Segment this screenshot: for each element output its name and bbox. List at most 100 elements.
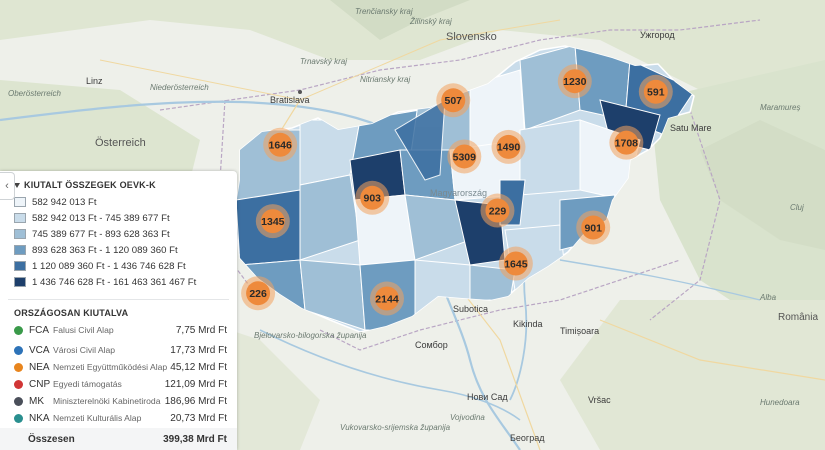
fund-dot-icon (14, 345, 23, 355)
cluster-count: 1646 (269, 140, 293, 152)
cluster-marker-591[interactable]: 591 (638, 74, 673, 109)
cluster-marker-1645[interactable]: 1645 (498, 246, 533, 281)
fund-name: Egyedi támogatás (53, 379, 122, 389)
fund-amount: 17,73 Mrd Ft (170, 344, 227, 356)
legend-divider (8, 299, 229, 300)
fund-amount: 45,12 Mrd Ft (170, 361, 227, 373)
cluster-count: 226 (249, 288, 267, 300)
legend-title: KIUTALT ÖSSZEGEK OEVK-K (24, 180, 156, 190)
fund-row-nea: NEA Nemzeti Együttműködési Alap 45,12 Mr… (14, 360, 227, 374)
fund-name: Városi Civil Alap (53, 345, 116, 355)
cluster-count: 1645 (504, 258, 528, 270)
region-label-cluj: Cluj (790, 203, 804, 212)
cluster-marker-226[interactable]: 226 (241, 276, 276, 311)
country-label-osterreich: Österreich (95, 137, 146, 149)
fund-code: CNP (29, 378, 51, 390)
cluster-marker-1490[interactable]: 1490 (491, 129, 526, 164)
city-label-kikinda: Kikinda (513, 319, 543, 329)
cluster-count: 5309 (453, 151, 477, 163)
swatch-icon (14, 213, 26, 223)
cluster-count: 903 (363, 193, 381, 205)
fund-code: NEA (29, 361, 50, 373)
total-row: Összesen 399,38 Mrd Ft (0, 428, 237, 450)
region-label-vukovarsko: Vukovarsko-srijemska županija (340, 423, 451, 432)
city-label-novi-sad: Нови Сад (467, 392, 508, 402)
cluster-marker-901[interactable]: 901 (576, 210, 611, 245)
city-label-vrsac: Vršac (588, 395, 611, 405)
cluster-count: 1708 (615, 137, 639, 149)
fund-row-vca: VCA Városi Civil Alap 17,73 Mrd Ft (14, 343, 227, 357)
country-label-romania: România (778, 312, 818, 323)
legend-collapse-button[interactable]: ‹ (0, 172, 15, 200)
cluster-count: 901 (584, 222, 602, 234)
fund-dot-icon (14, 413, 23, 423)
fund-code: FCA (29, 324, 49, 336)
cluster-count: 229 (489, 205, 507, 217)
fund-row-mk: MK Miniszterelnöki Kabinetiroda 186,96 M… (14, 394, 227, 408)
cluster-count: 2144 (375, 293, 399, 305)
fund-name: Nemzeti Együttműködési Alap (53, 362, 168, 372)
city-label-subotica: Subotica (453, 304, 488, 314)
cluster-marker-903[interactable]: 903 (355, 180, 390, 215)
swatch-icon (14, 229, 26, 239)
fund-dot-icon (14, 362, 23, 372)
legend-bin-5: 1 120 089 360 Ft - 1 436 746 628 Ft (14, 259, 186, 273)
total-label: Összesen (28, 433, 75, 445)
map-view[interactable]: Slovensko Österreich România Magyarorszá… (0, 0, 825, 450)
fund-dot-icon (14, 379, 23, 389)
legend-bin-3: 745 389 677 Ft - 893 628 363 Ft (14, 227, 170, 241)
chevron-left-icon: ‹ (5, 180, 9, 192)
cluster-count: 1345 (261, 216, 285, 228)
legend-header[interactable]: KIUTALT ÖSSZEGEK OEVK-K (14, 180, 156, 190)
legend-bin-label: 582 942 013 Ft - 745 389 677 Ft (32, 212, 170, 224)
fund-row-fca: FCA Falusi Civil Alap 7,75 Mrd Ft (14, 323, 227, 337)
region-label-oberosterreich: Oberösterreich (8, 89, 61, 98)
cluster-marker-1708[interactable]: 1708 (609, 125, 644, 160)
country-label-slovensko: Slovensko (446, 31, 497, 43)
region-label-trnavsky: Trnavský kraj (300, 57, 347, 66)
legend-bin-6: 1 436 746 628 Ft - 161 463 361 467 Ft (14, 275, 196, 289)
region-label-alba: Alba (759, 293, 777, 302)
city-label-linz: Linz (86, 76, 103, 86)
cluster-marker-229[interactable]: 229 (480, 193, 515, 228)
fund-name: Miniszterelnöki Kabinetiroda (53, 396, 161, 406)
cluster-count: 507 (445, 95, 463, 107)
region-label-vojvodina: Vojvodina (450, 413, 485, 422)
swatch-icon (14, 245, 26, 255)
legend-bin-label: 1 436 746 628 Ft - 161 463 361 467 Ft (32, 276, 197, 288)
cluster-marker-1345[interactable]: 1345 (255, 204, 290, 239)
cluster-count: 591 (647, 87, 665, 99)
region-label-hungary: Magyarország (430, 188, 487, 198)
region-label-trenciansky: Trenčiansky kraj (355, 7, 413, 16)
fund-dot-icon (14, 396, 23, 406)
legend-bin-label: 745 389 677 Ft - 893 628 363 Ft (32, 228, 170, 240)
city-label-timisoara: Timișoara (560, 326, 599, 336)
cluster-marker-507[interactable]: 507 (436, 83, 471, 118)
fund-dot-icon (14, 325, 23, 335)
legend-panel: KIUTALT ÖSSZEGEK OEVK-K 582 942 013 Ft 5… (0, 171, 237, 450)
region-label-nitriansky: Nitriansky kraj (360, 75, 410, 84)
city-label-uzhhorod: Ужгород (640, 30, 675, 40)
funds-title: ORSZÁGOSAN KIUTALVA (14, 308, 129, 318)
fund-amount: 121,09 Mrd Ft (164, 378, 227, 390)
legend-bin-1: 582 942 013 Ft (14, 195, 97, 209)
cluster-marker-1230[interactable]: 1230 (557, 64, 592, 99)
region-label-hunedoara: Hunedoara (760, 398, 800, 407)
fund-row-nka: NKA Nemzeti Kulturális Alap 20,73 Mrd Ft (14, 411, 227, 425)
city-label-satu-mare: Satu Mare (670, 123, 712, 133)
city-label-sombor: Сомбор (415, 340, 448, 350)
total-amount: 399,38 Mrd Ft (163, 433, 227, 445)
fund-code: NKA (29, 412, 50, 424)
cluster-marker-5309[interactable]: 5309 (447, 139, 482, 174)
cluster-marker-1646[interactable]: 1646 (263, 127, 298, 162)
cluster-count: 1490 (497, 142, 521, 154)
legend-bin-label: 893 628 363 Ft - 1 120 089 360 Ft (32, 244, 178, 256)
city-label-beograd: Београд (510, 433, 545, 443)
cluster-marker-2144[interactable]: 2144 (369, 281, 404, 316)
legend-bin-2: 582 942 013 Ft - 745 389 677 Ft (14, 211, 170, 225)
legend-bin-label: 582 942 013 Ft (32, 196, 97, 208)
fund-row-cnp: CNP Egyedi támogatás 121,09 Mrd Ft (14, 377, 227, 391)
swatch-icon (14, 277, 26, 287)
fund-name: Falusi Civil Alap (53, 325, 114, 335)
cluster-count: 1230 (563, 76, 587, 88)
